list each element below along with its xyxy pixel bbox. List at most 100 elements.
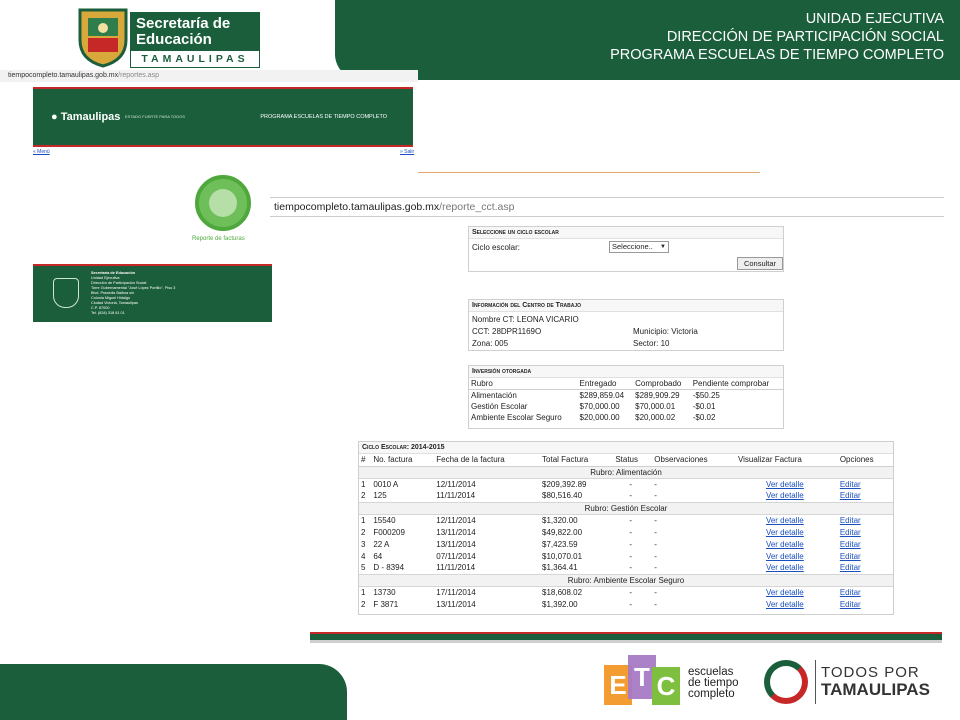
editar-link[interactable]: Editar — [838, 598, 893, 610]
factura-cell: - — [654, 587, 657, 597]
inversion-cell: $20,000.02 — [635, 413, 676, 422]
editar-link[interactable]: Editar — [838, 514, 893, 526]
address-bar-1[interactable]: tiempocompleto.tamaulipas.gob.mx/reporte… — [0, 70, 418, 82]
factura-cell: - — [629, 599, 632, 609]
facturas-header: Total Factura — [540, 454, 614, 467]
rubro-row: Rubro: Ambiente Escolar Seguro — [359, 573, 893, 587]
factura-cell: 1 — [361, 515, 366, 525]
footer-address: Secretaría de Educación Unidad Ejecutiva… — [91, 271, 176, 315]
editar-link[interactable]: Editar — [838, 562, 893, 574]
header-band: UNIDAD EJECUTIVA DIRECCIÓN DE PARTICIPAC… — [335, 0, 960, 80]
factura-cell: 0010 A — [373, 479, 399, 489]
inversion-cell: $70,000.00 — [579, 402, 620, 411]
report-label[interactable]: Reporte de facturas — [192, 236, 245, 242]
factura-cell: 2 — [361, 491, 366, 501]
editar-link[interactable]: Editar — [838, 586, 893, 598]
inversion-cell: Gestión Escolar — [471, 402, 528, 411]
consultar-button[interactable]: Consultar — [737, 257, 783, 270]
factura-cell: 11/11/2014 — [436, 563, 476, 573]
info-zona: Zona: 005 — [472, 339, 509, 348]
factura-cell: - — [654, 479, 657, 489]
factura-cell: - — [654, 599, 657, 609]
ver-detalle-link[interactable]: Ver detalle — [736, 586, 838, 598]
factura-cell: - — [654, 491, 657, 501]
url-host-1: tiempocompleto.tamaulipas.gob.mx — [8, 72, 119, 79]
factura-cell: 17/11/2014 — [436, 587, 476, 597]
factura-row: 2 125 11/11/2014 $80,516.40 - - Ver detalle Edi… — [359, 490, 893, 502]
inversion-row: Ambiente Escolar Seguro $20,000.00 $20,000… — [469, 412, 783, 423]
factura-cell: F000209 — [373, 527, 405, 537]
factura-cell: 12/11/2014 — [436, 515, 476, 525]
factura-cell: 2 — [361, 527, 366, 537]
rubro-row: Rubro: Alimentación — [359, 465, 893, 479]
factura-row: 1 0010 A 12/11/2014 $209,392.89 - - Ver detall… — [359, 478, 893, 490]
url-path-2: /reporte_cct.asp — [439, 201, 515, 213]
info-municipio: Municipio: Victoria — [633, 327, 698, 336]
editar-link[interactable]: Editar — [838, 478, 893, 490]
factura-cell: $7,423.59 — [542, 539, 578, 549]
inversion-cell: $289,859.04 — [579, 391, 625, 400]
inversion-header: Entregado — [577, 378, 634, 390]
factura-cell: - — [629, 515, 632, 525]
factura-cell: $209,392.89 — [542, 479, 587, 489]
chevron-down-icon: ▼ — [660, 244, 666, 250]
inversion-cell: $289,909.29 — [635, 391, 680, 400]
editar-link[interactable]: Editar — [838, 538, 893, 550]
bottom-shade — [310, 640, 942, 643]
inversion-cell: -$0.02 — [692, 413, 716, 422]
factura-cell: - — [629, 527, 632, 537]
editar-link[interactable]: Editar — [838, 490, 893, 502]
editar-link[interactable]: Editar — [838, 550, 893, 562]
ver-detalle-link[interactable]: Ver detalle — [736, 538, 838, 550]
rubro-label: Rubro: Gestión Escolar — [359, 501, 893, 515]
info-sector: Sector: 10 — [633, 339, 670, 348]
factura-cell: - — [629, 587, 632, 597]
ver-detalle-link[interactable]: Ver detalle — [736, 550, 838, 562]
facturas-header: Opciones — [837, 454, 893, 467]
bottom-bar — [310, 632, 942, 640]
info-nombre: Nombre CT: LEONA VICARIO — [472, 315, 579, 324]
factura-cell: $18,608.02 — [542, 587, 583, 597]
address-bar-2[interactable]: tiempocompleto.tamaulipas.gob.mx/reporte… — [270, 197, 944, 217]
url-path-1: /reportes.asp — [118, 72, 159, 79]
ver-detalle-link[interactable]: Ver detalle — [736, 478, 838, 490]
factura-cell: 13/11/2014 — [436, 539, 476, 549]
factura-cell: 07/11/2014 — [436, 551, 476, 561]
footer-band — [0, 664, 347, 720]
factura-cell: 2 — [361, 599, 366, 609]
facturas-header: No. factura — [371, 454, 435, 467]
factura-cell: D - 8394 — [373, 563, 405, 573]
inversion-cell: -$0.01 — [692, 402, 716, 411]
factura-cell: 12/11/2014 — [436, 479, 476, 489]
menu-link[interactable]: « Menú — [33, 149, 50, 155]
inversion-panel-title: Inversión otorgada — [469, 366, 783, 378]
facturas-panel: Ciclo Escolar: 2014-2015 # No. factura Fec… — [358, 441, 894, 615]
editar-link[interactable]: Editar — [838, 526, 893, 538]
inversion-row: Gestión Escolar $70,000.00 $70,000.01 -$0.0… — [469, 401, 783, 412]
footer-shield-icon — [53, 278, 79, 308]
inversion-cell: Alimentación — [471, 391, 517, 400]
facturas-panel-title: Ciclo Escolar: 2014-2015 — [359, 442, 893, 454]
report-icon[interactable] — [195, 175, 251, 231]
factura-cell: 3 — [361, 539, 366, 549]
ver-detalle-link[interactable]: Ver detalle — [736, 514, 838, 526]
todos-por-text: TODOS POR — [821, 664, 920, 681]
inversion-header: Rubro — [469, 378, 578, 390]
factura-cell: - — [629, 563, 632, 573]
factura-row: 2 F000209 13/11/2014 $49,822.00 - - Ver detall… — [359, 526, 893, 538]
ver-detalle-link[interactable]: Ver detalle — [736, 490, 838, 502]
salir-link[interactable]: » Salir — [400, 149, 414, 155]
ver-detalle-link[interactable]: Ver detalle — [736, 562, 838, 574]
factura-cell: 13/11/2014 — [436, 527, 476, 537]
facturas-header: Status — [613, 454, 653, 467]
ciclo-select[interactable]: Seleccione.. ▼ — [609, 241, 669, 253]
ver-detalle-link[interactable]: Ver detalle — [736, 526, 838, 538]
factura-cell: 11/11/2014 — [436, 491, 476, 501]
etc-text: escuelas de tiempo completo — [688, 666, 739, 700]
header-line-3: PROGRAMA ESCUELAS DE TIEMPO COMPLETO — [610, 47, 944, 63]
factura-cell: $1,392.00 — [542, 599, 578, 609]
ver-detalle-link[interactable]: Ver detalle — [736, 598, 838, 610]
info-cct: CCT: 28DPR1169O — [472, 327, 542, 336]
factura-cell: - — [654, 527, 657, 537]
factura-cell: 15540 — [373, 515, 396, 525]
